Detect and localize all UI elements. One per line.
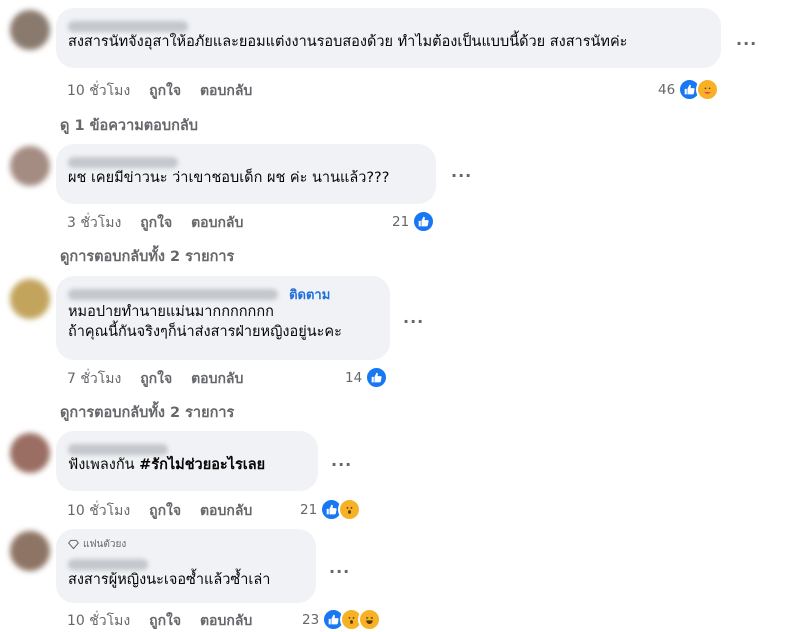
like-button[interactable]: ถูกใจ xyxy=(140,215,172,231)
diamond-icon xyxy=(68,539,79,550)
more-options-icon[interactable]: ··· xyxy=(403,312,424,331)
reaction-count: 21 xyxy=(392,213,410,230)
comment-text-line-1: หมอปายทำนายแม่นมากกกกกกก xyxy=(68,304,274,320)
follow-button[interactable]: ติดตาม xyxy=(289,288,330,303)
comment-bubble: ผช เคยมีข่าวนะ ว่าเขาชอบเด็ก ผช ค่ะ นานแ… xyxy=(56,144,436,204)
haha-icon xyxy=(358,608,382,631)
reaction-count: 46 xyxy=(658,81,676,98)
comment-actions: 7 ชั่วโมง ถูกใจ ตอบกลับ xyxy=(67,368,257,390)
hashtag-link[interactable]: #รักไม่ช่วยอะไรเลย xyxy=(139,457,265,473)
avatar[interactable] xyxy=(10,146,50,186)
author-row: ติดตาม xyxy=(68,284,378,303)
reaction-summary[interactable]: 23 xyxy=(302,608,382,631)
like-button[interactable]: ถูกใจ xyxy=(149,613,181,629)
reaction-summary[interactable]: 14 xyxy=(345,366,389,389)
reply-button[interactable]: ตอบกลับ xyxy=(200,83,252,99)
comment-time[interactable]: 3 ชั่วโมง xyxy=(67,215,121,231)
more-options-icon[interactable]: ··· xyxy=(329,562,350,581)
author-name-redacted[interactable] xyxy=(68,439,306,455)
like-button[interactable]: ถูกใจ xyxy=(149,83,181,99)
more-options-icon[interactable]: ··· xyxy=(331,455,352,474)
more-options-icon[interactable]: ··· xyxy=(451,166,472,185)
like-button[interactable]: ถูกใจ xyxy=(140,371,172,387)
view-replies-link[interactable]: ดูการตอบกลับทั้ง 2 รายการ xyxy=(60,401,234,424)
like-icon xyxy=(412,210,436,233)
comment-actions: 10 ชั่วโมง ถูกใจ ตอบกลับ xyxy=(67,80,266,102)
reaction-summary[interactable]: 46 xyxy=(658,78,720,101)
reaction-summary[interactable]: 21 xyxy=(392,210,436,233)
comment-time[interactable]: 7 ชั่วโมง xyxy=(67,371,121,387)
comment-actions: 10 ชั่วโมง ถูกใจ ตอบกลับ xyxy=(67,500,266,522)
view-replies-link[interactable]: ดู 1 ข้อความตอบกลับ xyxy=(60,114,198,137)
author-name-redacted[interactable] xyxy=(68,289,278,300)
like-button[interactable]: ถูกใจ xyxy=(149,503,181,519)
avatar[interactable] xyxy=(10,433,50,473)
author-name-redacted[interactable] xyxy=(68,16,709,32)
comment-bubble: ติดตาม หมอปายทำนายแม่นมากกกกกกก ถ้าคุณนี… xyxy=(56,276,390,360)
comment-text-line-2: ถ้าคุณนี้กันจริงๆก็น่าส่งสารฝ่ายหญิงอยู่… xyxy=(68,324,342,340)
reply-button[interactable]: ตอบกลับ xyxy=(200,613,252,629)
author-name-redacted[interactable] xyxy=(68,554,304,570)
care-icon xyxy=(696,78,720,101)
reaction-count: 21 xyxy=(300,501,318,518)
reply-button[interactable]: ตอบกลับ xyxy=(191,371,243,387)
comment-time[interactable]: 10 ชั่วโมง xyxy=(67,613,130,629)
comment-text-prefix: ฟังเพลงกัน xyxy=(68,457,140,473)
comment-actions: 3 ชั่วโมง ถูกใจ ตอบกลับ xyxy=(67,212,257,234)
reply-button[interactable]: ตอบกลับ xyxy=(200,503,252,519)
reaction-count: 14 xyxy=(345,369,363,386)
reaction-count: 23 xyxy=(302,611,320,628)
comment-actions: 10 ชั่วโมง ถูกใจ ตอบกลับ xyxy=(67,610,266,632)
comment-time[interactable]: 10 ชั่วโมง xyxy=(67,503,130,519)
comment-text: ฟังเพลงกัน #รักไม่ช่วยอะไรเลย xyxy=(68,455,306,475)
avatar[interactable] xyxy=(10,10,50,50)
more-options-icon[interactable]: ··· xyxy=(736,34,757,53)
comment-text: ผช เคยมีข่าวนะ ว่าเขาชอบเด็ก ผช ค่ะ นานแ… xyxy=(68,170,390,186)
like-icon xyxy=(365,366,389,389)
avatar[interactable] xyxy=(10,531,50,571)
author-name-redacted[interactable] xyxy=(68,152,424,168)
view-replies-link[interactable]: ดูการตอบกลับทั้ง 2 รายการ xyxy=(60,245,234,268)
reply-button[interactable]: ตอบกลับ xyxy=(191,215,243,231)
comment-bubble: สงสารนัทจังอุสาให้อภัยและยอมแต่งงานรอบสอ… xyxy=(56,8,721,68)
comment-text: สงสารผู้หญิงนะเจอซ้ำแล้วซ้ำเล่า xyxy=(68,572,271,588)
wow-icon xyxy=(338,498,362,521)
comment-bubble: แฟนตัวยง สงสารผู้หญิงนะเจอซ้ำแล้วซ้ำเล่า xyxy=(56,529,316,603)
avatar[interactable] xyxy=(10,279,50,319)
comment-text: สงสารนัทจังอุสาให้อภัยและยอมแต่งงานรอบสอ… xyxy=(68,34,628,50)
reaction-summary[interactable]: 21 xyxy=(300,498,362,521)
comment-time[interactable]: 10 ชั่วโมง xyxy=(67,83,130,99)
comment-bubble: ฟังเพลงกัน #รักไม่ช่วยอะไรเลย xyxy=(56,431,318,491)
top-fan-badge: แฟนตัวยง xyxy=(68,537,304,552)
badge-label: แฟนตัวยง xyxy=(83,539,127,550)
